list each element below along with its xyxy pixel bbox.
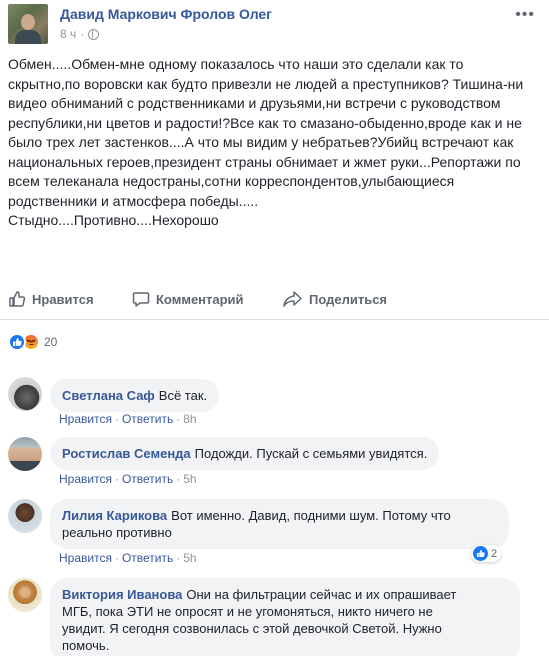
comment-reply-link[interactable]: Ответить xyxy=(122,551,173,565)
avatar[interactable] xyxy=(8,578,42,612)
comment-button[interactable]: Комментарий xyxy=(132,290,244,308)
commenter-name[interactable]: Лилия Карикова xyxy=(62,508,167,523)
avatar-head xyxy=(21,14,35,30)
post-closing-line: Стыдно....Противно....Нехорошо xyxy=(8,212,219,228)
comment-text-line-3: увидит. Я сегодня созвонилась с этой дев… xyxy=(62,621,442,636)
share-button[interactable]: Поделиться xyxy=(283,290,387,308)
comment-bubble: Светлана Саф Всё так. xyxy=(50,379,220,412)
author-name[interactable]: Давид Маркович Фролов Олег xyxy=(60,6,272,22)
comment-text-line-1: Они на фильтрации сейчас и их опрашивает xyxy=(186,587,457,602)
comment-text-line-2: реально противно xyxy=(62,525,172,540)
like-button-label: Нравится xyxy=(32,291,94,307)
post-header: Давид Маркович Фролов Олег 8 ч · ••• xyxy=(8,0,541,48)
commenter-name[interactable]: Светлана Саф xyxy=(62,388,155,403)
share-arrow-icon xyxy=(283,291,302,307)
comment-actions: Нравится · Ответить · 8h xyxy=(59,412,197,426)
comment-text-line-2: МГБ, пока ЭТИ не опросят и не угомонятьс… xyxy=(62,604,433,619)
comment-text-line-4: помочь. xyxy=(62,638,110,653)
avatar-body xyxy=(15,30,41,44)
comment-text: Всё так. xyxy=(158,388,208,403)
comment-actions: Нравится · Ответить · 5h xyxy=(59,551,197,565)
comment-like-badge[interactable]: 2 xyxy=(471,545,502,562)
comment-time[interactable]: 5h xyxy=(183,472,196,486)
more-options-icon[interactable]: ••• xyxy=(515,6,535,24)
like-icon xyxy=(8,333,26,351)
reactions-count: 20 xyxy=(44,335,58,349)
post-body: Обмен.....Обмен-мне одному показалось чт… xyxy=(8,55,538,231)
comment-like-link[interactable]: Нравится xyxy=(59,551,112,565)
comment-reply-link[interactable]: Ответить xyxy=(122,472,173,486)
post-meta: 8 ч · xyxy=(60,27,100,41)
post-action-bar: Нравится Комментарий Поделиться xyxy=(0,282,549,320)
meta-dot: · xyxy=(80,27,85,41)
comment-time[interactable]: 8h xyxy=(183,412,196,426)
comment-like-count: 2 xyxy=(491,547,498,560)
globe-icon[interactable] xyxy=(88,28,100,40)
comment-like-link[interactable]: Нравится xyxy=(59,412,112,426)
share-button-label: Поделиться xyxy=(309,291,388,307)
comment-button-label: Комментарий xyxy=(156,291,244,307)
comment-icon xyxy=(132,292,150,307)
like-button[interactable]: Нравится xyxy=(8,290,94,308)
comment-actions: Нравится · Ответить · 5h xyxy=(59,472,197,486)
comment-time[interactable]: 5h xyxy=(183,551,196,565)
commenter-name[interactable]: Ростислав Семенда xyxy=(62,446,191,461)
comment-bubble: Виктория Иванова Они на фильтрации сейчас… xyxy=(50,578,520,656)
comment-like-link[interactable]: Нравится xyxy=(59,472,112,486)
thumbs-up-icon xyxy=(9,291,26,307)
comment-bubble: Лилия Карикова Вот именно. Давид, подними… xyxy=(50,499,509,549)
comment-text: Подожди. Пускай с семьями увидятся. xyxy=(194,446,428,461)
comment-text-line-1: Вот именно. Давид, подними шум. Потому ч… xyxy=(171,508,451,523)
avatar[interactable] xyxy=(8,377,42,411)
avatar[interactable] xyxy=(8,499,42,533)
comment-reply-link[interactable]: Ответить xyxy=(122,412,173,426)
author-avatar[interactable] xyxy=(8,4,48,44)
post-time[interactable]: 8 ч xyxy=(60,27,76,41)
post-paragraph: Обмен.....Обмен-мне одному показалось чт… xyxy=(8,56,524,209)
avatar[interactable] xyxy=(8,437,42,471)
comment-bubble: Ростислав Семенда Подожди. Пускай с семья… xyxy=(50,437,440,470)
commenter-name[interactable]: Виктория Иванова xyxy=(62,587,182,602)
like-icon xyxy=(473,546,488,561)
reactions-summary[interactable]: 20 xyxy=(8,333,57,351)
